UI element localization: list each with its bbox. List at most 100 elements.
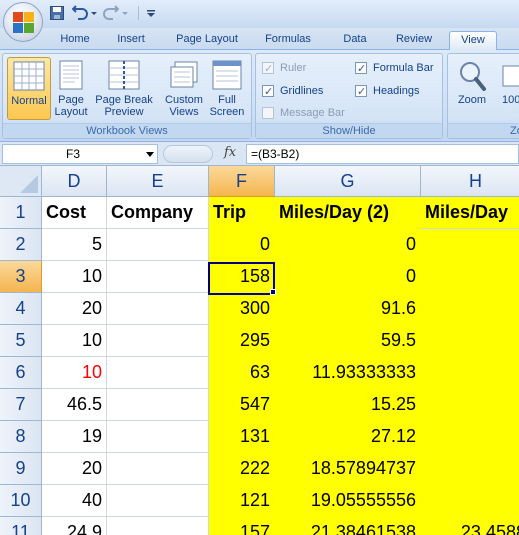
cell-g11[interactable]: 21.38461538 [275,517,421,535]
insert-function-icon[interactable]: fx [224,145,236,160]
tab-insert[interactable]: Insert [108,31,154,50]
ruler-checkbox[interactable]: ✓ [262,62,274,75]
tab-review[interactable]: Review [387,31,441,50]
cell-e1[interactable]: Company [107,197,209,229]
cell-e4[interactable] [107,293,209,325]
cell-f1[interactable]: Trip [209,197,275,229]
page-break-preview-button[interactable]: Page Break Preview [91,57,157,120]
office-button[interactable] [3,2,43,42]
cell-g8[interactable]: 27.12 [275,421,421,453]
cell-h11[interactable]: 23.4588 [421,517,519,535]
column-header-g[interactable]: G [275,166,421,197]
cell-f8[interactable]: 131 [209,421,275,453]
cell-g6[interactable]: 11.93333333 [275,357,421,389]
cell-g4[interactable]: 91.6 [275,293,421,325]
row-header-6[interactable]: 6 [0,357,42,389]
tab-data[interactable]: Data [333,31,377,50]
redo-icon[interactable] [103,5,119,21]
cell-g1[interactable]: Miles/Day (2) [275,197,421,229]
select-all-button[interactable] [0,166,42,197]
cell-g3[interactable]: 0 [275,261,421,293]
cell-f4[interactable]: 300 [209,293,275,325]
customize-qat-icon[interactable] [146,5,156,21]
cell-g10[interactable]: 19.05555556 [275,485,421,517]
fill-handle[interactable] [270,289,276,295]
cell-g5[interactable]: 59.5 [275,325,421,357]
cell-d11[interactable]: 24.9 [42,517,107,535]
cell-h3[interactable] [421,261,519,293]
formula-input[interactable]: =(B3-B2) [246,144,519,164]
cell-g9[interactable]: 18.57894737 [275,453,421,485]
cell-h7[interactable] [421,389,519,421]
gridlines-checkbox[interactable]: ✓ [262,85,274,98]
redo-dropdown-icon[interactable] [121,5,129,21]
headings-checkbox[interactable]: ✓ [355,85,367,98]
message-bar-checkbox[interactable] [262,107,274,119]
cell-f2[interactable]: 0 [209,229,275,261]
row-header-3[interactable]: 3 [0,261,42,293]
cell-h4[interactable] [421,293,519,325]
undo-dropdown-icon[interactable] [90,5,98,21]
column-header-h[interactable]: H [421,166,519,197]
cell-f7[interactable]: 547 [209,389,275,421]
cell-h10[interactable] [421,485,519,517]
cell-h6[interactable] [421,357,519,389]
tab-home[interactable]: Home [52,31,98,50]
cell-d6[interactable]: 10 [42,357,107,389]
cell-h5[interactable] [421,325,519,357]
cell-e2[interactable] [107,229,209,261]
cell-d9[interactable]: 20 [42,453,107,485]
cell-f3[interactable]: 158 [209,261,275,293]
cell-d7[interactable]: 46.5 [42,389,107,421]
cell-g2[interactable]: 0 [275,229,421,261]
row-header-4[interactable]: 4 [0,293,42,325]
cell-h1[interactable]: Miles/Day [421,197,519,229]
tab-view[interactable]: View [449,31,497,51]
tab-formulas[interactable]: Formulas [256,31,320,50]
cell-f11[interactable]: 157 [209,517,275,535]
row-header-11[interactable]: 11 [0,517,42,535]
name-box-dropdown-icon[interactable] [146,152,154,157]
formula-bar-checkbox[interactable]: ✓ [355,62,367,75]
cell-f10[interactable]: 121 [209,485,275,517]
cell-d1[interactable]: Cost [42,197,107,229]
tab-page-layout[interactable]: Page Layout [168,31,246,50]
row-header-7[interactable]: 7 [0,389,42,421]
normal-view-button[interactable]: Normal [7,57,51,120]
cell-d10[interactable]: 40 [42,485,107,517]
cell-h9[interactable] [421,453,519,485]
zoom-button[interactable]: Zoom [452,57,492,120]
cell-e6[interactable] [107,357,209,389]
cell-d5[interactable]: 10 [42,325,107,357]
cell-e10[interactable] [107,485,209,517]
cell-f9[interactable]: 222 [209,453,275,485]
cell-f5[interactable]: 295 [209,325,275,357]
row-header-10[interactable]: 10 [0,485,42,517]
undo-icon[interactable] [72,5,88,21]
formula-bar-resize-handle[interactable] [163,145,213,163]
cell-d2[interactable]: 5 [42,229,107,261]
cell-f6[interactable]: 63 [209,357,275,389]
row-header-9[interactable]: 9 [0,453,42,485]
save-icon[interactable] [50,5,64,21]
zoom-100-button[interactable]: 100 [498,57,519,120]
cell-e9[interactable] [107,453,209,485]
page-layout-view-button[interactable]: Page Layout [53,57,89,120]
row-header-1[interactable]: 1 [0,197,42,229]
name-box[interactable]: F3 [2,144,158,164]
column-header-d[interactable]: D [42,166,107,197]
cell-e7[interactable] [107,389,209,421]
cell-h2[interactable] [421,229,519,261]
column-header-f[interactable]: F [209,166,275,197]
column-header-e[interactable]: E [107,166,209,197]
row-header-8[interactable]: 8 [0,421,42,453]
cell-e5[interactable] [107,325,209,357]
cell-d3[interactable]: 10 [42,261,107,293]
row-header-2[interactable]: 2 [0,229,42,261]
cell-g7[interactable]: 15.25 [275,389,421,421]
cell-d8[interactable]: 19 [42,421,107,453]
cell-e3[interactable] [107,261,209,293]
cell-e11[interactable] [107,517,209,535]
cell-e8[interactable] [107,421,209,453]
cell-d4[interactable]: 20 [42,293,107,325]
